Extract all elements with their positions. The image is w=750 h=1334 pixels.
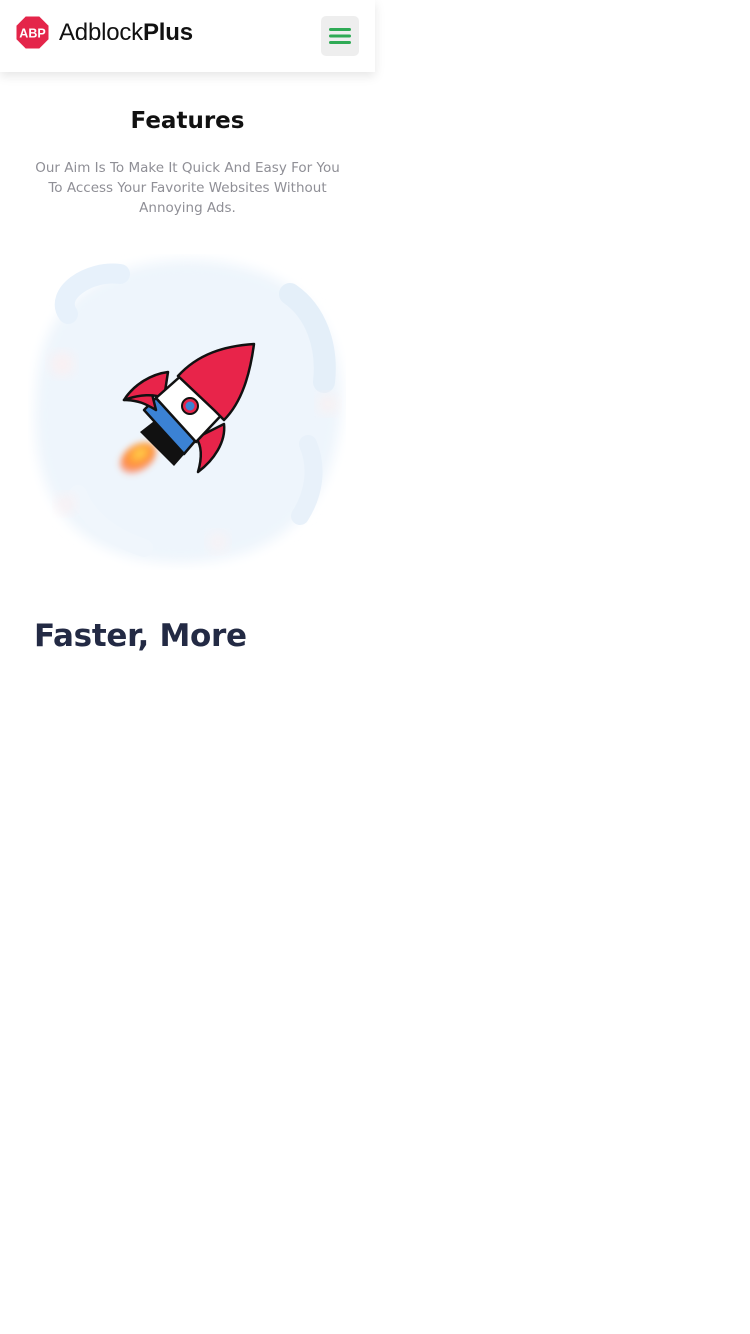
- rocket-scene: [35, 260, 342, 563]
- section-heading: Faster, More: [34, 618, 247, 654]
- logo-wordmark-regular: Adblock: [59, 18, 143, 46]
- abp-stop-sign-icon: ABP: [16, 16, 49, 49]
- site-header: ABP AdblockPlus: [0, 0, 375, 72]
- rocket-illustration: [28, 254, 346, 570]
- hamburger-icon: [329, 28, 351, 44]
- menu-toggle-button[interactable]: [321, 16, 359, 56]
- features-title: Features: [130, 108, 245, 134]
- page: ABP AdblockPlus Features Our Aim Is To M…: [0, 0, 375, 1334]
- logo-wordmark: AdblockPlus: [59, 18, 193, 46]
- logo-wordmark-bold: Plus: [142, 18, 193, 46]
- adblock-plus-logo[interactable]: ABP AdblockPlus: [16, 16, 193, 49]
- features-description: Our Aim Is To Make It Quick And Easy For…: [35, 160, 340, 216]
- logo-badge-text: ABP: [19, 27, 45, 41]
